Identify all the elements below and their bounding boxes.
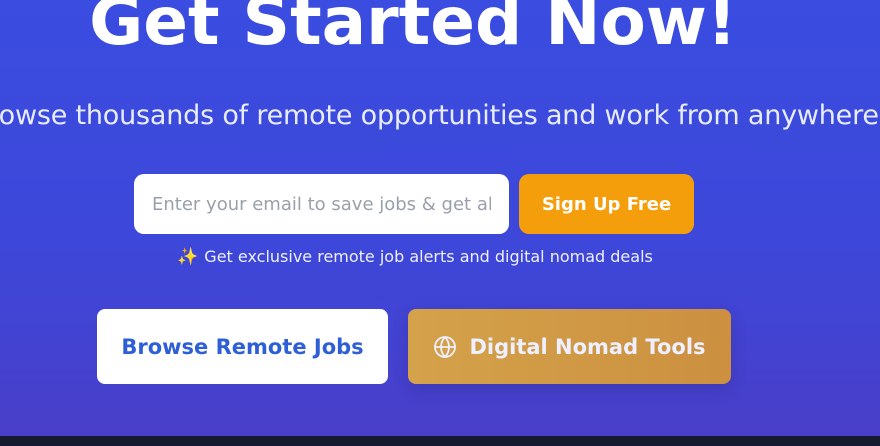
globe-icon — [433, 335, 457, 359]
hero-subtitle: Browse thousands of remote opportunities… — [0, 100, 879, 131]
hero-title: Get Started Now! — [89, 0, 737, 60]
browse-remote-jobs-button[interactable]: Browse Remote Jobs — [97, 309, 388, 384]
email-input[interactable] — [134, 174, 509, 234]
sign-up-button[interactable]: Sign Up Free — [519, 174, 694, 234]
perk-text: Get exclusive remote job alerts and digi… — [204, 247, 653, 266]
sparkles-icon: ✨ — [177, 247, 199, 267]
digital-nomad-tools-button[interactable]: Digital Nomad Tools — [408, 309, 731, 384]
perk-note: ✨ Get exclusive remote job alerts and dig… — [0, 245, 830, 269]
digital-nomad-tools-label: Digital Nomad Tools — [469, 334, 706, 359]
footer-edge — [0, 436, 880, 446]
